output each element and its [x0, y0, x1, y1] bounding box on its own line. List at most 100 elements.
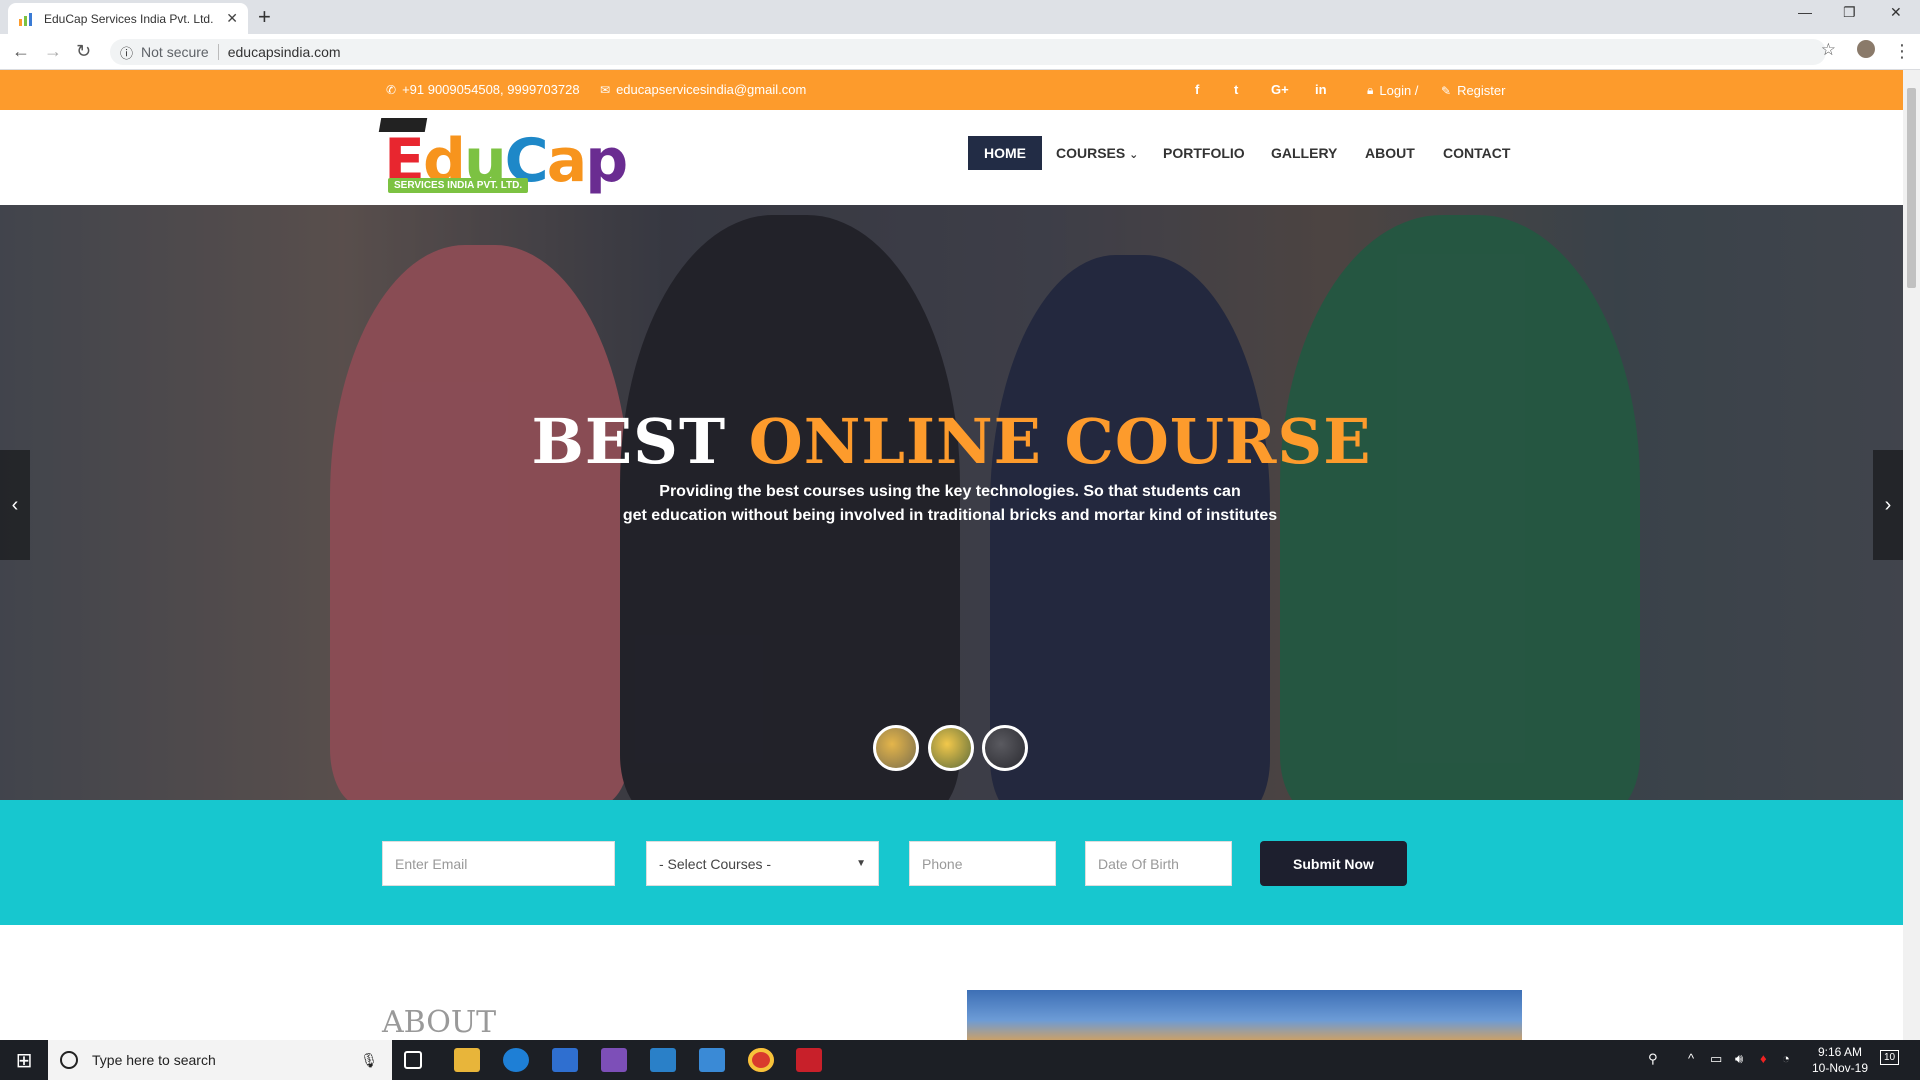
back-icon[interactable]: ← — [12, 41, 30, 62]
close-window-icon[interactable]: ✕ — [1890, 4, 1902, 21]
chrome-icon[interactable] — [748, 1048, 774, 1072]
divider — [217, 44, 219, 60]
tab-close-icon[interactable]: ✕ — [226, 10, 238, 27]
browser-toolbar: ← → ↻ ⓘ Not secure educapsindia.com ☆ ⋮ — [0, 34, 1920, 70]
browser-tab-strip: EduCap Services India Pvt. Ltd. ✕ + — ❐ … — [0, 0, 1920, 34]
battery-icon[interactable]: ▭ — [1710, 1051, 1722, 1067]
slider-next-button[interactable]: › — [1873, 450, 1903, 560]
remote-desktop-icon[interactable] — [699, 1048, 725, 1072]
hero-title: BEST ONLINE COURSE — [0, 405, 1903, 478]
minimize-icon[interactable]: — — [1798, 4, 1812, 20]
phone-icon: ✆ — [386, 82, 397, 97]
about-image — [967, 990, 1522, 1040]
course-select[interactable]: - Select Courses - ▼ — [646, 841, 879, 886]
phone-text: +91 9009054508, 9999703728 — [402, 82, 580, 97]
shield-app-icon[interactable] — [796, 1048, 822, 1072]
browser-tab[interactable]: EduCap Services India Pvt. Ltd. ✕ — [8, 3, 248, 34]
site-header: EduCap SERVICES INDIA PVT. LTD. HOME COU… — [0, 110, 1903, 205]
site-logo[interactable]: EduCap SERVICES INDIA PVT. LTD. — [378, 118, 628, 200]
login-link[interactable]: 🔒︎ Login / — [1367, 83, 1418, 98]
about-heading: ABOUT — [382, 1005, 497, 1040]
dropdown-arrow-icon: ▼ — [856, 858, 866, 869]
hero-text-line2: get education without being involved in … — [622, 507, 1278, 524]
contact-topbar: ✆ +91 9009054508, 9999703728 ✉ educapser… — [0, 70, 1903, 110]
notification-center-icon[interactable]: 10 — [1880, 1048, 1900, 1065]
task-view-icon[interactable] — [404, 1051, 422, 1069]
chevron-left-icon: ‹ — [11, 493, 19, 516]
twitter-icon[interactable]: t — [1234, 82, 1238, 97]
logo-tagline: SERVICES INDIA PVT. LTD. — [388, 178, 529, 193]
dob-field[interactable]: Date Of Birth — [1085, 841, 1232, 886]
hero-description: Providing the best courses using the key… — [600, 480, 1300, 528]
volume-icon[interactable]: 🔊︎ — [1735, 1051, 1743, 1067]
chevron-up-icon[interactable]: ^ — [1688, 1051, 1694, 1066]
tab-title: EduCap Services India Pvt. Ltd. — [44, 11, 214, 26]
hero-text-line1: Providing the best courses using the key… — [659, 483, 1241, 500]
slide-thumbnail-3[interactable] — [982, 725, 1028, 771]
address-bar[interactable]: ⓘ Not secure educapsindia.com — [110, 39, 1826, 65]
scrollbar-thumb[interactable] — [1907, 88, 1916, 288]
info-icon[interactable]: ⓘ — [120, 43, 133, 62]
cortana-icon — [60, 1051, 78, 1069]
store-icon[interactable] — [552, 1048, 578, 1072]
reload-icon[interactable]: ↻ — [76, 41, 91, 62]
windows-start-icon[interactable]: ⊞ — [0, 1040, 48, 1080]
register-link[interactable]: ✎ Register — [1441, 83, 1505, 98]
nav-contact[interactable]: CONTACT — [1427, 136, 1526, 170]
page-scrollbar[interactable] — [1903, 70, 1920, 1040]
edge-icon[interactable] — [503, 1048, 529, 1072]
wifi-icon[interactable]: ◔ — [1782, 1051, 1790, 1066]
enquiry-form: Enter Email - Select Courses - ▼ Phone D… — [0, 800, 1903, 925]
slide-thumbnail-2[interactable] — [928, 725, 974, 771]
clock-date: 10-Nov-19 — [1811, 1061, 1868, 1075]
search-placeholder: Type here to search — [92, 1052, 216, 1068]
email-field[interactable]: Enter Email — [382, 841, 615, 886]
nav-portfolio[interactable]: PORTFOLIO — [1147, 136, 1261, 170]
url-text[interactable]: educapsindia.com — [228, 44, 341, 60]
windows-taskbar: ⊞ Type here to search 🎙︎ ⚲ ^ ▭ 🔊︎ ♦ ◔ 9:… — [0, 1040, 1920, 1080]
notification-count: 10 — [1880, 1050, 1900, 1065]
phone-info: ✆ +91 9009054508, 9999703728 — [386, 82, 580, 97]
nav-courses[interactable]: COURSES ⌄ — [1040, 136, 1154, 170]
facebook-icon[interactable]: f — [1195, 82, 1199, 97]
forward-icon[interactable]: → — [44, 41, 62, 62]
submit-button[interactable]: Submit Now — [1260, 841, 1407, 886]
edit-icon: ✎ — [1441, 83, 1452, 98]
nav-home[interactable]: HOME — [968, 136, 1042, 170]
security-label: Not secure — [141, 44, 209, 60]
register-text[interactable]: Register — [1457, 83, 1505, 98]
email-info[interactable]: ✉ educapservicesindia@gmail.com — [600, 82, 806, 97]
app-icon[interactable] — [650, 1048, 676, 1072]
clock-time: 9:16 AM — [1817, 1045, 1862, 1059]
taskbar-search[interactable]: Type here to search 🎙︎ — [48, 1040, 392, 1080]
chevron-right-icon: › — [1884, 493, 1892, 516]
star-icon[interactable]: ☆ — [1821, 40, 1836, 60]
email-text[interactable]: educapservicesindia@gmail.com — [616, 82, 806, 97]
people-icon[interactable]: ⚲ — [1648, 1051, 1658, 1067]
site-favicon-icon — [18, 11, 34, 27]
system-clock[interactable]: 9:16 AM 10-Nov-19 — [1812, 1044, 1868, 1076]
slider-prev-button[interactable]: ‹ — [0, 450, 30, 560]
web-page: ✆ +91 9009054508, 9999703728 ✉ educapser… — [0, 70, 1903, 1040]
restore-icon[interactable]: ❐ — [1843, 4, 1856, 21]
linkedin-icon[interactable]: in — [1315, 82, 1327, 97]
hero-title-part1: BEST — [531, 405, 727, 478]
microphone-icon[interactable]: 🎙︎ — [360, 1052, 378, 1069]
slide-thumbnail-1[interactable] — [873, 725, 919, 771]
lock-icon: 🔒︎ — [1367, 83, 1374, 97]
nav-gallery[interactable]: GALLERY — [1255, 136, 1353, 170]
chevron-down-icon: ⌄ — [1129, 149, 1139, 161]
envelope-icon: ✉ — [600, 82, 611, 97]
new-tab-button[interactable]: + — [258, 4, 271, 30]
google-plus-icon[interactable]: G+ — [1271, 82, 1289, 97]
hero-title-part2: ONLINE COURSE — [748, 405, 1372, 478]
login-text[interactable]: Login / — [1379, 83, 1418, 98]
phone-field[interactable]: Phone — [909, 841, 1056, 886]
course-select-value: - Select Courses - — [659, 855, 772, 872]
file-explorer-icon[interactable] — [454, 1048, 480, 1072]
profile-icon[interactable] — [1857, 40, 1875, 58]
visual-studio-icon[interactable] — [601, 1048, 627, 1072]
menu-icon[interactable]: ⋮ — [1893, 41, 1911, 62]
antivirus-icon[interactable]: ♦ — [1760, 1051, 1767, 1066]
nav-about[interactable]: ABOUT — [1349, 136, 1431, 170]
